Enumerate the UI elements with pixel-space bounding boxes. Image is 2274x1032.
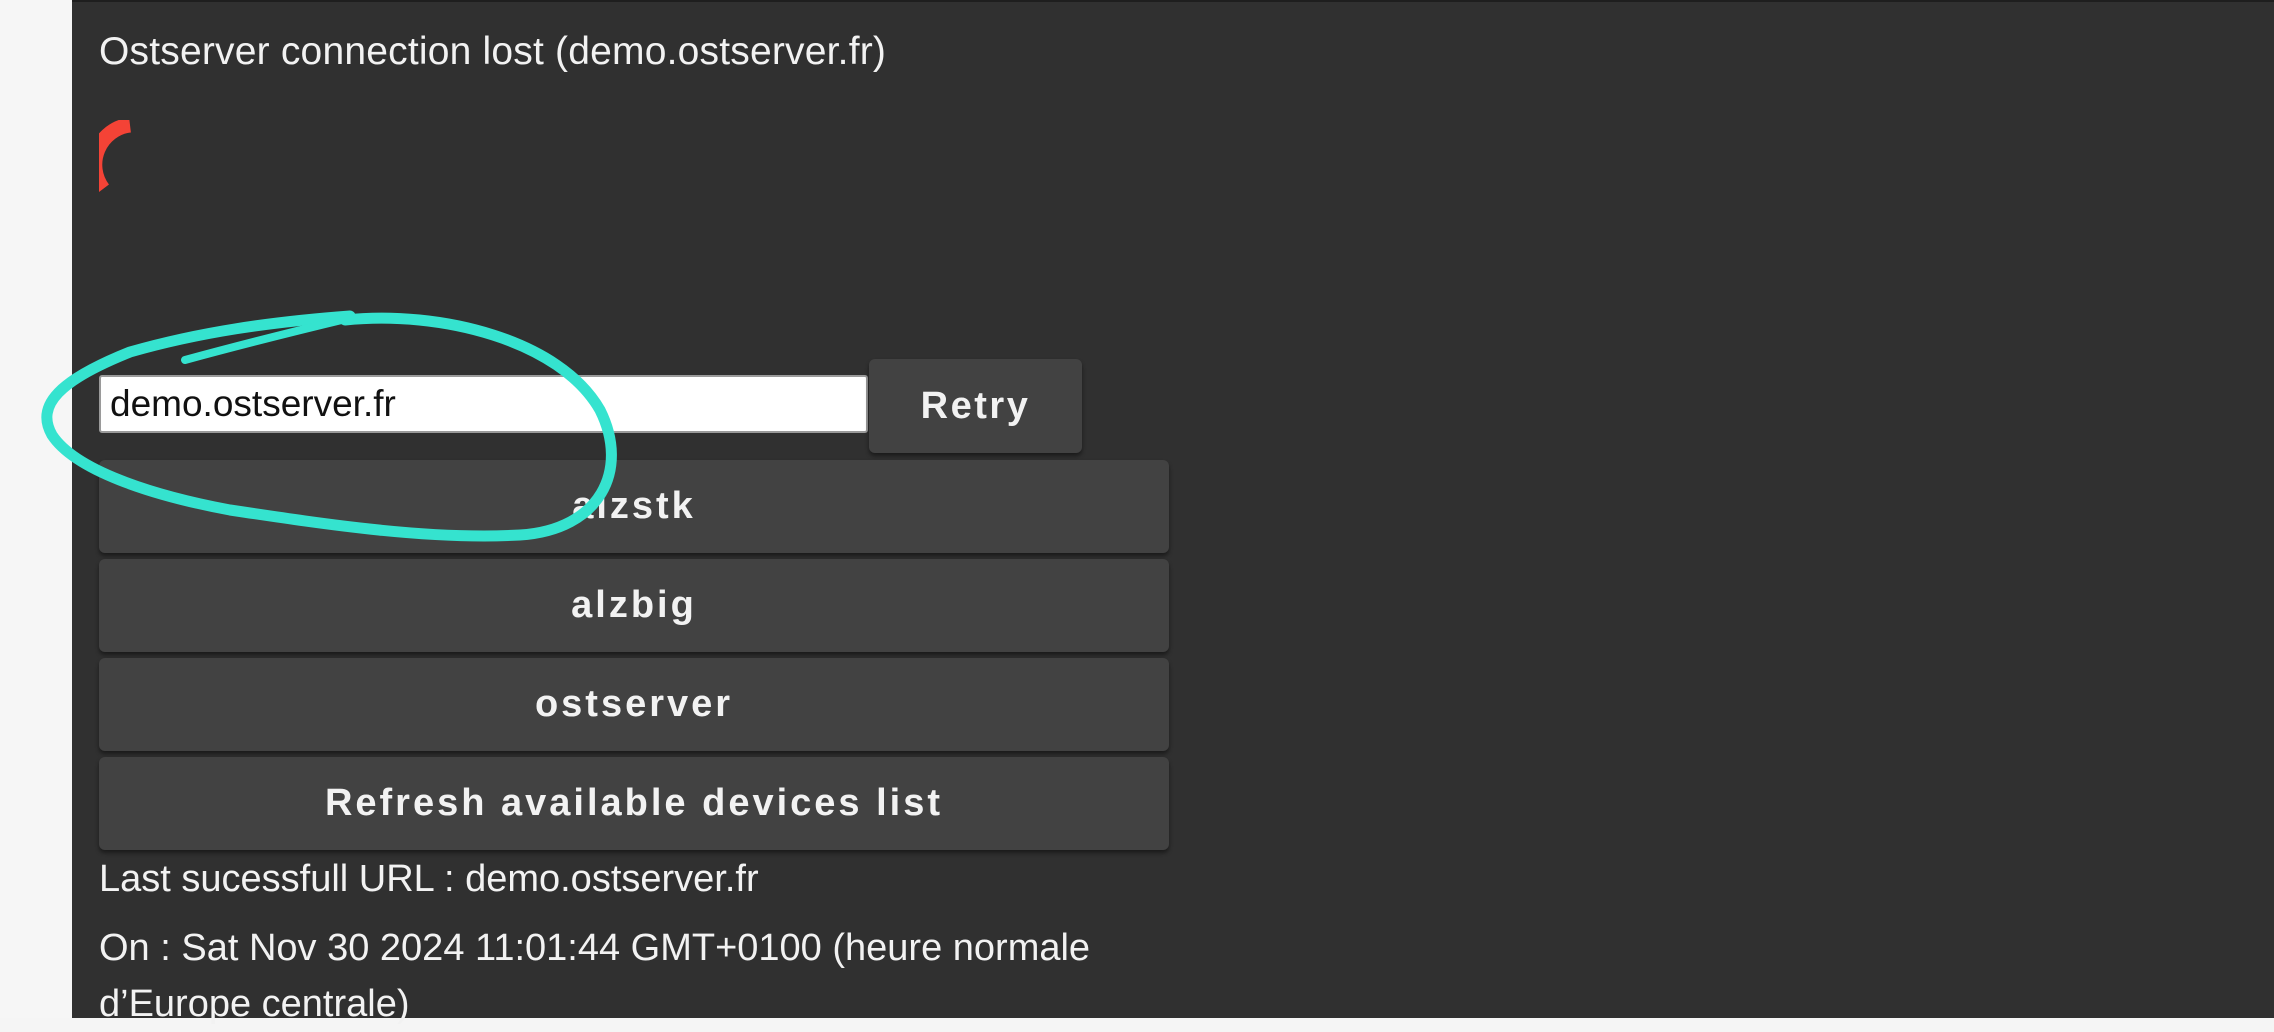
device-button-label: alzstk [572, 485, 696, 527]
loading-spinner-icon [99, 120, 132, 193]
device-button-alzstk[interactable]: alzstk [99, 460, 1169, 553]
server-url-input[interactable] [99, 375, 868, 433]
connection-lost-panel: Ostserver connection lost (demo.ostserve… [72, 0, 2274, 1025]
left-margin-strip [0, 0, 72, 1018]
last-connection-date: On : Sat Nov 30 2024 11:01:44 GMT+0100 (… [99, 927, 1091, 1025]
last-successful-url: Last sucessfull URL : demo.ostserver.fr [99, 858, 759, 900]
device-button-ostserver[interactable]: ostserver [99, 658, 1169, 751]
device-button-label: ostserver [534, 683, 734, 725]
retry-button[interactable]: Retry [869, 359, 1082, 453]
device-button-alzbig[interactable]: alzbig [99, 559, 1169, 652]
retry-button-label: Retry [920, 384, 1031, 427]
device-button-label: alzbig [571, 584, 697, 626]
refresh-devices-label: Refresh available devices list [324, 782, 944, 824]
connection-lost-title: Ostserver connection lost (demo.ostserve… [99, 30, 887, 73]
refresh-devices-button[interactable]: Refresh available devices list [99, 757, 1169, 850]
